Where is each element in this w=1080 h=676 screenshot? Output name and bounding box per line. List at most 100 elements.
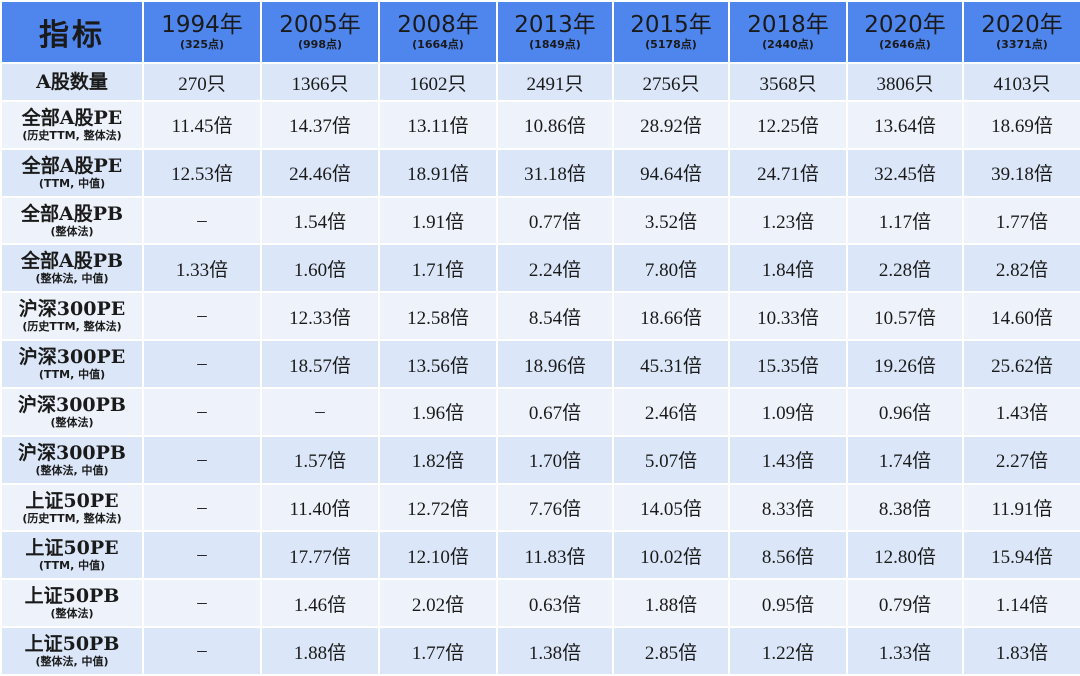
column-header-year: 2005年 (279, 12, 361, 38)
row-label-cell: 全部A股PE (历史TTM, 整体法) (0, 100, 144, 150)
table-row: 沪深300PE (历史TTM, 整体法) –12.33倍 12.58倍 8.54倍 18.… (0, 291, 1080, 342)
row-label-cell: 全部A股PE (TTM, 中值) (0, 147, 144, 198)
row-label: 沪深300PE (18, 346, 126, 369)
column-header: 1994年 (325点) (142, 0, 262, 64)
row-label-method: (整体法) (50, 224, 94, 238)
table-cell: 2.24倍 (496, 243, 614, 294)
table-cell: 1.33倍 (142, 243, 262, 294)
header-row: 指标 1994年 (325点) 2005年 (998点) 2008年 (1664点) 201… (0, 0, 1080, 64)
table-cell: – (142, 339, 262, 389)
table-cell: 1602只 (378, 62, 498, 102)
row-label: 全部A股PE (21, 154, 123, 177)
table-cell: 3806只 (846, 62, 964, 102)
table-cell: 0.96倍 (846, 386, 964, 437)
table-row: 全部A股PB (整体法, 中值) 1.33倍 1.60倍 1.71倍 2.24倍 7.80倍… (0, 243, 1080, 294)
table-cell: 1.23倍 (728, 195, 848, 246)
table-cell: 2.46倍 (612, 386, 730, 437)
row-label: 上证50PB (24, 585, 120, 608)
column-header-index-level: (325点) (179, 38, 225, 51)
table-cell: – (142, 626, 262, 676)
table-cell: 1.70倍 (496, 434, 614, 485)
row-label-cell: 沪深300PB (整体法) (0, 386, 144, 437)
table-cell: – (260, 386, 380, 437)
table-cell: 2.85倍 (612, 626, 730, 676)
table-cell: 0.63倍 (496, 578, 614, 629)
column-header: 2008年 (1664点) (378, 0, 498, 64)
row-label: 全部A股PB (20, 202, 124, 225)
column-header-index-level: (1849点) (529, 38, 581, 51)
table-cell: 18.57倍 (260, 339, 380, 389)
table-cell: 13.56倍 (378, 339, 498, 389)
table-row: 沪深300PB (整体法, 中值) –1.57倍 1.82倍 1.70倍 5.07倍 1.4… (0, 434, 1080, 485)
valuation-table: 指标 1994年 (325点) 2005年 (998点) 2008年 (1664点) 201… (0, 0, 1080, 676)
table-cell: 10.02倍 (612, 530, 730, 581)
row-label-cell: 沪深300PB (整体法, 中值) (0, 434, 144, 485)
table-cell: 18.69倍 (962, 100, 1080, 150)
table-cell: 19.26倍 (846, 339, 964, 389)
table-cell: 8.38倍 (846, 482, 964, 533)
column-header-index-level: (5178点) (645, 38, 697, 51)
column-header-index-level: (1664点) (412, 38, 464, 51)
table-cell: 1.91倍 (378, 195, 498, 246)
column-header-index-level: (2646点) (879, 38, 931, 51)
row-label-method: (历史TTM, 整体法) (22, 320, 122, 334)
row-label-cell: 上证50PB (整体法, 中值) (0, 626, 144, 676)
table-row: 全部A股PE (历史TTM, 整体法) 11.45倍 14.37倍 13.11倍 10.8… (0, 100, 1080, 150)
table-cell: 7.80倍 (612, 243, 730, 294)
table-cell: 12.25倍 (728, 100, 848, 150)
table-cell: 1.09倍 (728, 386, 848, 437)
table-cell: 0.79倍 (846, 578, 964, 629)
row-label-method: (TTM, 中值) (38, 559, 106, 573)
column-header-year: 2008年 (397, 12, 479, 38)
row-label: 全部A股PB (20, 250, 124, 273)
table-cell: 12.33倍 (260, 291, 380, 342)
table-row: 上证50PB (整体法) –1.46倍 2.02倍 0.63倍 1.88倍 0.95倍 0.7… (0, 578, 1080, 629)
column-header-year: 1994年 (161, 12, 243, 38)
row-label-cell: A股数量 (0, 62, 144, 102)
table-cell: – (142, 386, 262, 437)
table-cell: 12.80倍 (846, 530, 964, 581)
table-cell: 1.82倍 (378, 434, 498, 485)
table-cell: 2756只 (612, 62, 730, 102)
table-cell: – (142, 434, 262, 485)
table-cell: 1.43倍 (728, 434, 848, 485)
table-cell: 12.10倍 (378, 530, 498, 581)
table-cell: 11.40倍 (260, 482, 380, 533)
table-cell: 5.07倍 (612, 434, 730, 485)
table-row: A股数量 270只 1366只 1602只 2491只 2756只 3568只 3806只 41… (0, 62, 1080, 102)
table-cell: 10.57倍 (846, 291, 964, 342)
column-header: 2018年 (2440点) (728, 0, 848, 64)
table-cell: 28.92倍 (612, 100, 730, 150)
row-label: 上证50PB (24, 633, 120, 656)
table-cell: 18.96倍 (496, 339, 614, 389)
row-label-method: (历史TTM, 整体法) (22, 128, 122, 142)
table-cell: 13.11倍 (378, 100, 498, 150)
row-label-method: (历史TTM, 整体法) (22, 511, 122, 525)
column-header: 2020年 (2646点) (846, 0, 964, 64)
table-cell: 0.67倍 (496, 386, 614, 437)
table-cell: 8.56倍 (728, 530, 848, 581)
table-cell: 4103只 (962, 62, 1080, 102)
table-cell: 24.71倍 (728, 147, 848, 198)
table-cell: 2.27倍 (962, 434, 1080, 485)
table-cell: 270只 (142, 62, 262, 102)
table-cell: 0.95倍 (728, 578, 848, 629)
row-label: 沪深300PB (17, 393, 126, 416)
table-cell: 1.57倍 (260, 434, 380, 485)
table-cell: 1.71倍 (378, 243, 498, 294)
table-row: 沪深300PB (整体法) – –1.96倍 0.67倍 2.46倍 1.09倍 0.96倍 1… (0, 386, 1080, 437)
column-header-year: 2020年 (864, 12, 946, 38)
table-cell: 1.33倍 (846, 626, 964, 676)
table-cell: 8.33倍 (728, 482, 848, 533)
row-label-cell: 上证50PB (整体法) (0, 578, 144, 629)
table-cell: 13.64倍 (846, 100, 964, 150)
row-label-method: (整体法, 中值) (35, 463, 109, 477)
column-header: 2020年 (3371点) (962, 0, 1080, 64)
table-cell: 1.22倍 (728, 626, 848, 676)
table-cell: 7.76倍 (496, 482, 614, 533)
table-cell: 24.46倍 (260, 147, 380, 198)
table-cell: 2491只 (496, 62, 614, 102)
row-label: 全部A股PE (21, 106, 123, 129)
table-row: 上证50PB (整体法, 中值) –1.88倍 1.77倍 1.38倍 2.85倍 1.22… (0, 626, 1080, 676)
table-cell: 1.74倍 (846, 434, 964, 485)
